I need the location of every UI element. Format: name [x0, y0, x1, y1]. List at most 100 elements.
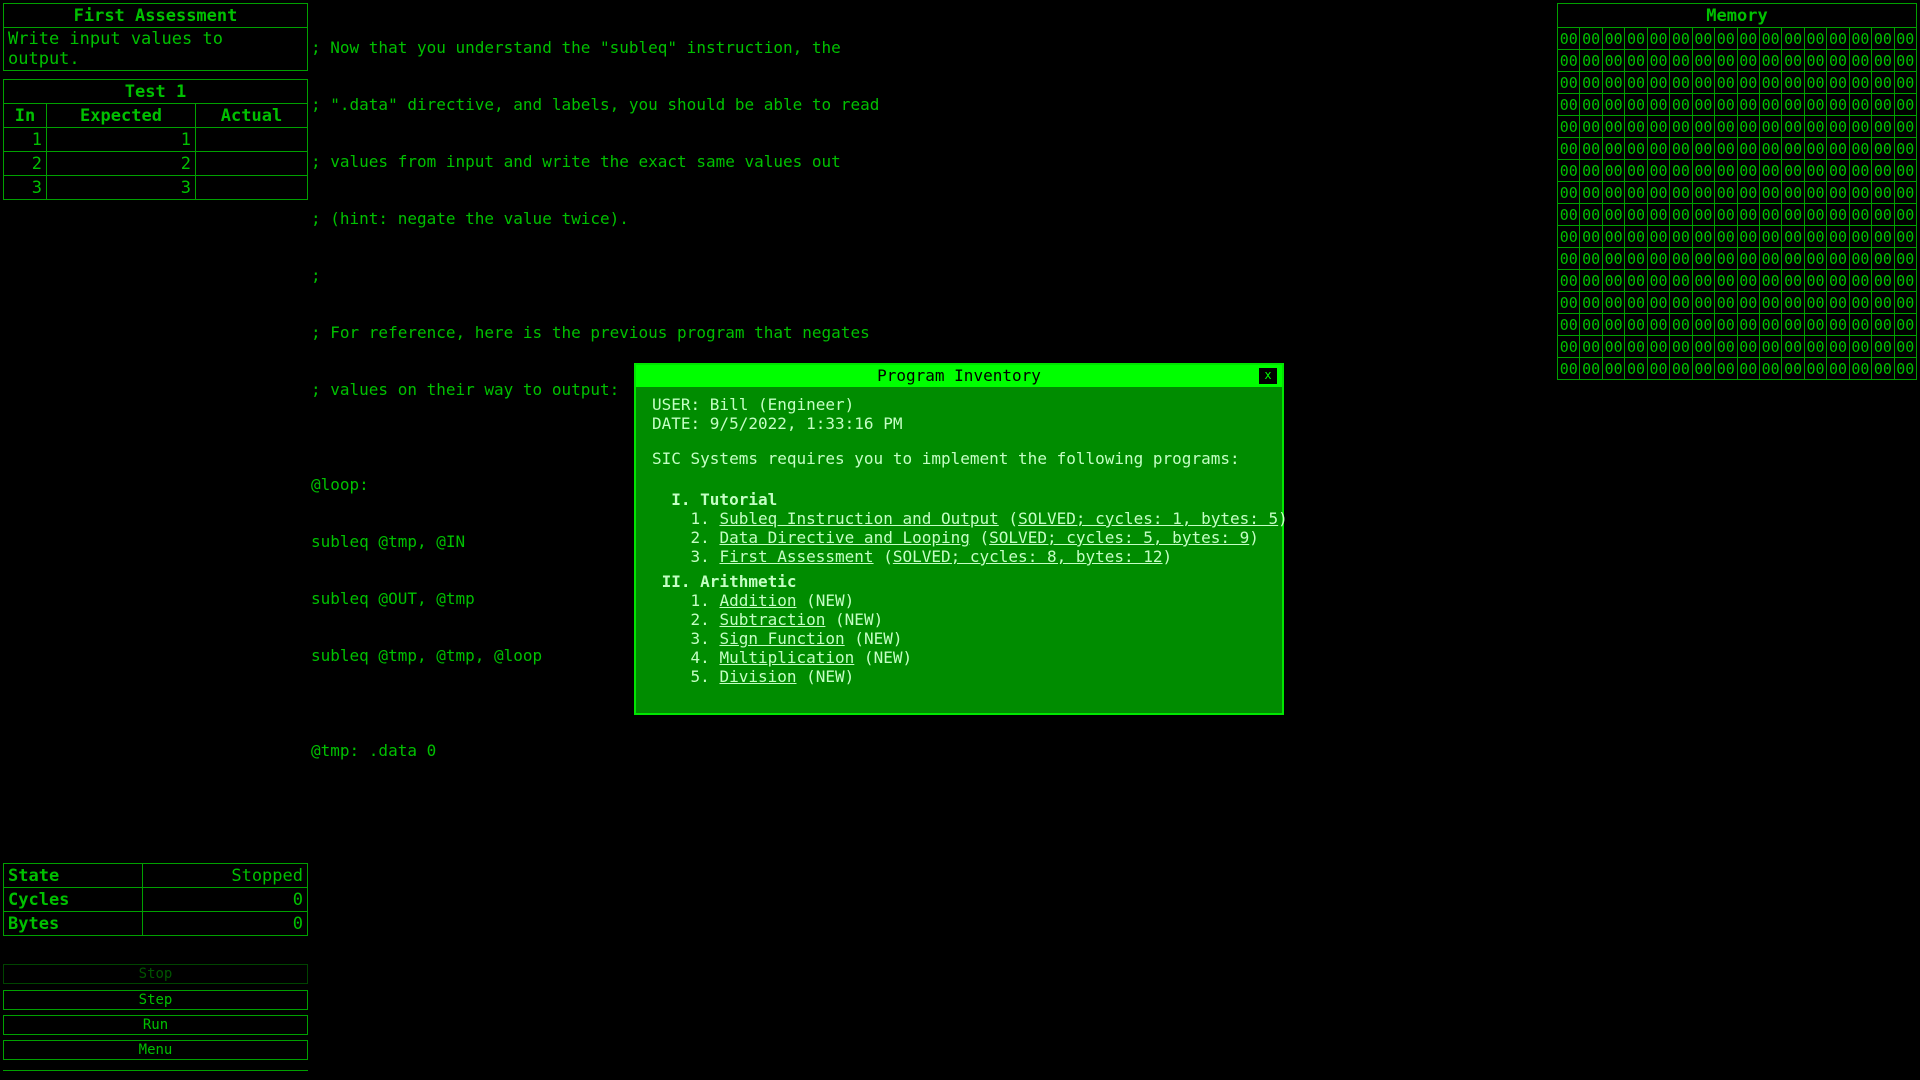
- list-item: 3. First Assessment (SOLVED; cycles: 8, …: [690, 547, 1173, 566]
- memory-cell: 00: [1893, 313, 1918, 336]
- memory-cell: 00: [1736, 335, 1760, 358]
- memory-cell: 00: [1758, 49, 1783, 72]
- memory-cell: 00: [1579, 247, 1603, 270]
- memory-row: 00 00 00 00 00 00 00 00 00 00 00 00 00 00 00 00: [1556, 27, 1918, 50]
- memory-cell: 00: [1826, 225, 1850, 248]
- memory-cell: 00: [1871, 115, 1895, 138]
- memory-cell: 00: [1691, 357, 1716, 380]
- memory-cell: 00: [1579, 335, 1603, 358]
- memory-cell: 00: [1669, 203, 1693, 226]
- memory-cell: 00: [1556, 313, 1581, 336]
- memory-cell: 00: [1736, 27, 1760, 50]
- memory-cell: 00: [1646, 269, 1671, 292]
- memory-cell: 00: [1646, 203, 1671, 226]
- cell-actual: [195, 175, 308, 200]
- cell-in: 2: [3, 151, 47, 176]
- memory-cell: 00: [1601, 313, 1626, 336]
- memory-cell: 00: [1736, 137, 1760, 160]
- memory-cell: 00: [1601, 247, 1626, 270]
- memory-cell: 00: [1781, 247, 1805, 270]
- code-line: ; values from input and write the exact …: [311, 152, 841, 171]
- memory-cell: 00: [1691, 313, 1716, 336]
- memory-cell: 00: [1893, 71, 1918, 94]
- program-link[interactable]: Sign Function: [719, 629, 844, 648]
- memory-cell: 00: [1781, 115, 1805, 138]
- memory-cell: 00: [1803, 49, 1828, 72]
- memory-row: 00 00 00 00 00 00 00 00 00 00 00 00 00 00 00 00: [1556, 313, 1918, 336]
- stats-table: State Stopped Cycles 0 Bytes 0: [3, 863, 308, 936]
- program-link[interactable]: Subleq Instruction and Output: [719, 509, 998, 528]
- memory-cell: 00: [1758, 357, 1783, 380]
- memory-cell: 00: [1579, 225, 1603, 248]
- status-text: SOLVED; cycles: 1, bytes: 5: [1018, 509, 1279, 528]
- status-text: SOLVED; cycles: 5, bytes: 9: [989, 528, 1250, 547]
- memory-cell: 00: [1758, 203, 1783, 226]
- memory-cell: 00: [1803, 71, 1828, 94]
- bytes-label: Bytes: [3, 911, 143, 936]
- memory-row: 00 00 00 00 00 00 00 00 00 00 00 00 00 00 00 00: [1556, 203, 1918, 226]
- program-link[interactable]: Data Directive and Looping: [719, 528, 969, 547]
- memory-cell: 00: [1624, 357, 1648, 380]
- memory-cell: 00: [1848, 269, 1873, 292]
- stat-row-bytes: Bytes 0: [3, 911, 308, 936]
- memory-cell: 00: [1803, 357, 1828, 380]
- program-link[interactable]: Addition: [719, 591, 796, 610]
- memory-cell: 00: [1556, 115, 1581, 138]
- menu-button[interactable]: Menu: [3, 1040, 308, 1060]
- memory-cell: 00: [1736, 247, 1760, 270]
- memory-cell: 00: [1691, 269, 1716, 292]
- memory-cell: 00: [1871, 93, 1895, 116]
- program-link[interactable]: Multiplication: [719, 648, 854, 667]
- memory-cell: 00: [1781, 291, 1805, 314]
- memory-cell: 00: [1579, 203, 1603, 226]
- code-line: ;: [311, 266, 321, 285]
- memory-cell: 00: [1691, 159, 1716, 182]
- memory-cell: 00: [1736, 93, 1760, 116]
- memory-cell: 00: [1781, 313, 1805, 336]
- memory-cell: 00: [1893, 247, 1918, 270]
- memory-cell: 00: [1691, 115, 1716, 138]
- memory-cell: 00: [1871, 49, 1895, 72]
- memory-cell: 00: [1691, 27, 1716, 50]
- memory-cell: 00: [1871, 203, 1895, 226]
- memory-cell: 00: [1714, 115, 1738, 138]
- program-link[interactable]: First Assessment: [719, 547, 873, 566]
- run-button[interactable]: Run: [3, 1015, 308, 1035]
- memory-cell: 00: [1826, 27, 1850, 50]
- memory-cell: 00: [1803, 269, 1828, 292]
- memory-cell: 00: [1871, 357, 1895, 380]
- memory-cell: 00: [1826, 137, 1850, 160]
- code-line: ; ".data" directive, and labels, you sho…: [311, 95, 880, 114]
- memory-cell: 00: [1714, 137, 1738, 160]
- memory-cell: 00: [1556, 27, 1581, 50]
- memory-cell: 00: [1646, 137, 1671, 160]
- stop-button[interactable]: Stop: [3, 964, 308, 984]
- memory-cell: 00: [1691, 291, 1716, 314]
- memory-cell: 00: [1758, 137, 1783, 160]
- memory-cell: 00: [1646, 247, 1671, 270]
- code-line: @tmp: .data 0: [311, 741, 437, 760]
- close-button[interactable]: x: [1258, 367, 1278, 385]
- memory-cell: 00: [1736, 357, 1760, 380]
- memory-cell: 00: [1871, 247, 1895, 270]
- memory-cell: 00: [1893, 115, 1918, 138]
- memory-cell: 00: [1826, 181, 1850, 204]
- memory-cell: 00: [1714, 313, 1738, 336]
- program-link[interactable]: Subtraction: [719, 610, 825, 629]
- memory-cell: 00: [1826, 93, 1850, 116]
- memory-cell: 00: [1601, 181, 1626, 204]
- memory-cell: 00: [1556, 291, 1581, 314]
- step-button[interactable]: Step: [3, 990, 308, 1010]
- memory-cell: 00: [1556, 93, 1581, 116]
- code-line: ; (hint: negate the value twice).: [311, 209, 629, 228]
- memory-table: Memory 00 00 00 00 00 00 00 00 00 00 00 00 00 00 00 00 0…: [1556, 3, 1918, 380]
- memory-cell: 00: [1601, 159, 1626, 182]
- program-link[interactable]: Division: [719, 667, 796, 686]
- memory-cell: 00: [1669, 49, 1693, 72]
- memory-cell: 00: [1669, 335, 1693, 358]
- memory-cell: 00: [1691, 203, 1716, 226]
- memory-row: 00 00 00 00 00 00 00 00 00 00 00 00 00 00 00 00: [1556, 181, 1918, 204]
- memory-cell: 00: [1601, 269, 1626, 292]
- memory-cell: 00: [1803, 93, 1828, 116]
- memory-cell: 00: [1714, 357, 1738, 380]
